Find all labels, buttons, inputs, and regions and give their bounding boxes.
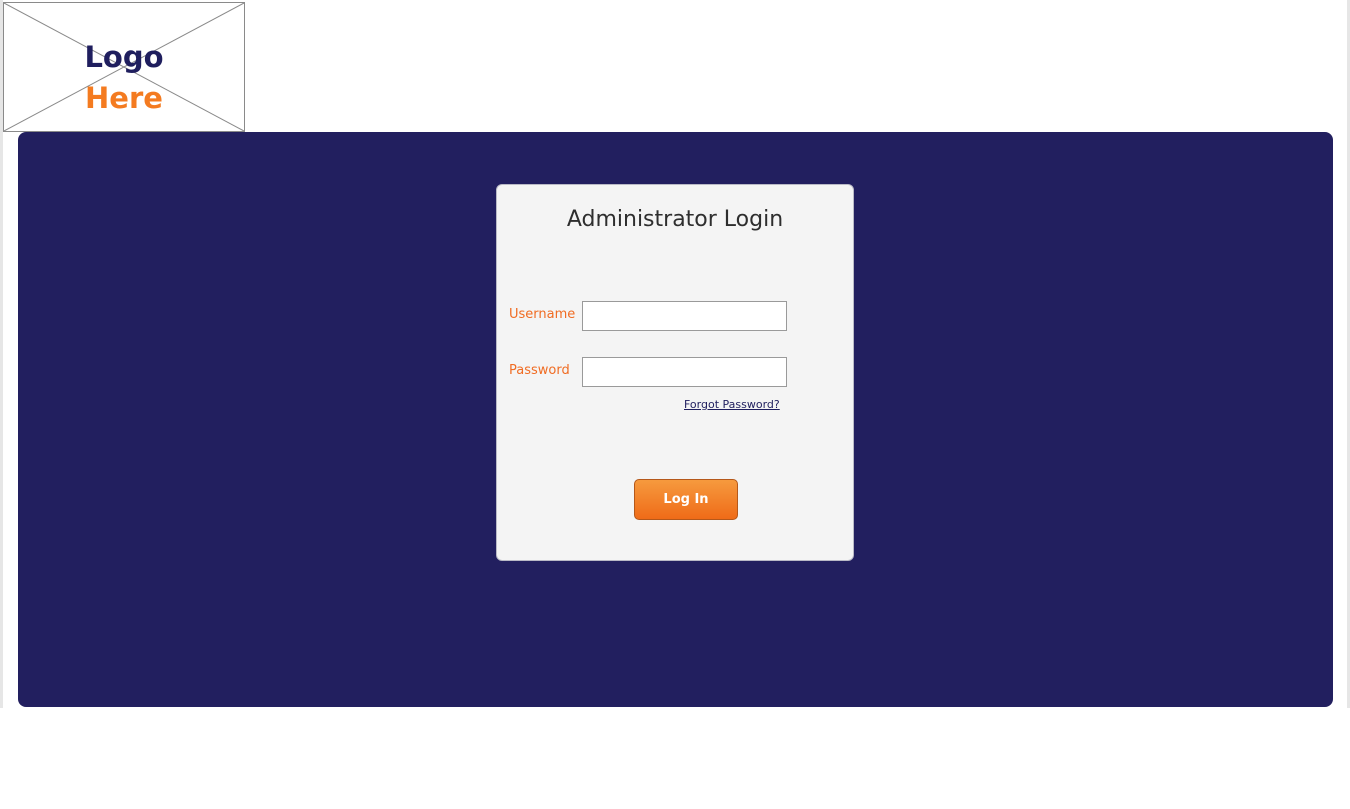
username-label: Username — [509, 307, 576, 322]
logo-placeholder: Logo Here — [3, 2, 245, 132]
login-title: Administrator Login — [566, 207, 784, 232]
username-input[interactable] — [582, 301, 787, 331]
logo-text-line1: Logo — [84, 40, 164, 74]
password-label: Password — [509, 363, 570, 378]
forgot-password-link[interactable]: Forgot Password? — [684, 398, 780, 411]
logo-text-line2: Here — [85, 81, 163, 115]
login-card: Administrator Login Username Password Fo… — [496, 184, 854, 561]
logo-text: Logo Here — [4, 37, 244, 119]
login-button[interactable]: Log In — [634, 479, 738, 520]
password-input[interactable] — [582, 357, 787, 387]
